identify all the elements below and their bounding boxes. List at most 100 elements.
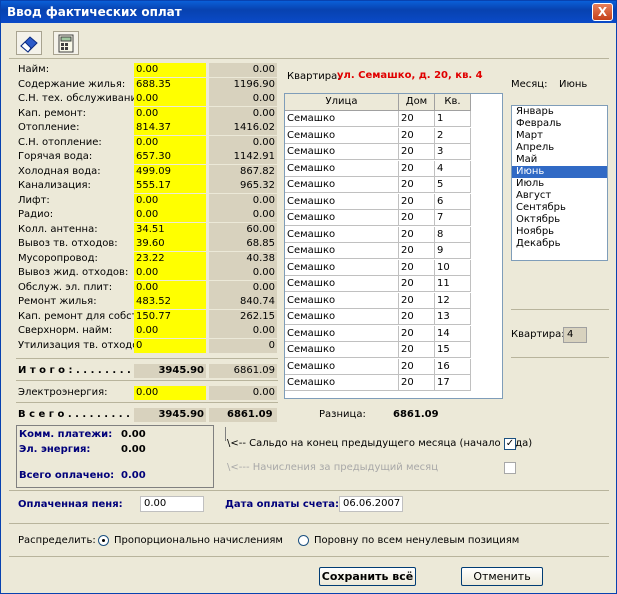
charge-paid-input[interactable]: 0.00 (134, 63, 206, 77)
table-cell-apt[interactable]: 12 (435, 292, 471, 309)
table-cell-street[interactable]: Семашко (285, 177, 399, 193)
electricity-paid-input[interactable]: 0.00 (134, 386, 206, 400)
table-cell-apt[interactable]: 2 (435, 127, 471, 144)
table-cell-apt[interactable]: 9 (435, 243, 471, 259)
table-cell-house[interactable]: 20 (399, 226, 435, 243)
charge-paid-input[interactable]: 499.09 (134, 164, 206, 179)
table-cell-street[interactable]: Семашко (285, 325, 399, 342)
column-header-house[interactable]: Дом (399, 94, 435, 111)
charge-paid-input[interactable]: 0.00 (134, 208, 206, 222)
save-all-button[interactable]: Сохранить всё (319, 567, 416, 586)
table-cell-street[interactable]: Семашко (285, 111, 399, 127)
table-cell-apt[interactable]: 10 (435, 259, 471, 276)
charge-paid-input[interactable]: 0.00 (134, 193, 206, 208)
table-cell-street[interactable]: Семашко (285, 127, 399, 144)
table-cell-street[interactable]: Семашко (285, 160, 399, 177)
distribute-proportional-label[interactable]: Пропорционально начислениям (114, 535, 283, 546)
table-cell-street[interactable]: Семашко (285, 342, 399, 358)
column-header-apt[interactable]: Кв. (435, 94, 471, 111)
table-cell-house[interactable]: 20 (399, 342, 435, 358)
table-cell-apt[interactable]: 14 (435, 325, 471, 342)
month-option[interactable]: Декабрь (512, 238, 607, 250)
distribute-proportional-radio[interactable] (98, 535, 109, 546)
table-cell-street[interactable]: Семашко (285, 193, 399, 210)
cancel-button[interactable]: Отменить (461, 567, 543, 586)
table-cell-house[interactable]: 20 (399, 127, 435, 144)
table-cell-apt[interactable]: 13 (435, 309, 471, 325)
charge-paid-input[interactable]: 0.00 (134, 135, 206, 150)
month-option[interactable]: Апрель (512, 142, 607, 154)
table-cell-house[interactable]: 20 (399, 177, 435, 193)
distribute-equal-label[interactable]: Поровну по всем ненулевым позициям (314, 535, 519, 546)
table-cell-apt[interactable]: 15 (435, 342, 471, 358)
charge-paid-input[interactable]: 0 (134, 338, 206, 353)
apartments-table[interactable]: Улица Дом Кв. Семашко 20 1 Семашко 20 2 Семашк… (284, 93, 503, 399)
edit-tool-button[interactable] (16, 31, 42, 55)
column-header-street[interactable]: Улица (285, 94, 399, 111)
table-cell-house[interactable]: 20 (399, 292, 435, 309)
table-cell-house[interactable]: 20 (399, 243, 435, 259)
close-button[interactable]: X (592, 3, 613, 21)
month-option[interactable]: Май (512, 154, 607, 166)
table-cell-street[interactable]: Семашко (285, 292, 399, 309)
table-cell-apt[interactable]: 7 (435, 210, 471, 226)
table-cell-apt[interactable]: 11 (435, 276, 471, 292)
charge-paid-input[interactable]: 39.60 (134, 237, 206, 251)
table-cell-street[interactable]: Семашко (285, 259, 399, 276)
table-cell-house[interactable]: 20 (399, 276, 435, 292)
month-option[interactable]: Октябрь (512, 214, 607, 226)
table-cell-house[interactable]: 20 (399, 193, 435, 210)
charge-paid-input[interactable]: 555.17 (134, 179, 206, 193)
table-cell-house[interactable]: 20 (399, 210, 435, 226)
month-option[interactable]: Август (512, 190, 607, 202)
month-option[interactable]: Январь (512, 106, 607, 118)
table-cell-house[interactable]: 20 (399, 259, 435, 276)
table-cell-house[interactable]: 20 (399, 375, 435, 391)
charge-paid-input[interactable]: 657.30 (134, 150, 206, 164)
saldo-checkbox[interactable]: ✓ (504, 438, 516, 450)
table-cell-street[interactable]: Семашко (285, 309, 399, 325)
charge-paid-input[interactable]: 483.52 (134, 295, 206, 309)
table-cell-apt[interactable]: 3 (435, 144, 471, 160)
table-cell-apt[interactable]: 16 (435, 358, 471, 375)
charge-paid-input[interactable]: 0.00 (134, 280, 206, 295)
month-option[interactable]: Июнь (512, 166, 607, 178)
month-option[interactable]: Сентябрь (512, 202, 607, 214)
paydate-input[interactable]: 06.06.2007 (339, 496, 403, 512)
table-cell-apt[interactable]: 6 (435, 193, 471, 210)
month-option[interactable]: Февраль (512, 118, 607, 130)
table-cell-street[interactable]: Семашко (285, 375, 399, 391)
table-cell-apt[interactable]: 17 (435, 375, 471, 391)
charge-paid-input[interactable]: 0.00 (134, 92, 206, 106)
charge-paid-input[interactable]: 23.22 (134, 251, 206, 266)
charge-paid-input[interactable]: 0.00 (134, 266, 206, 280)
table-cell-street[interactable]: Семашко (285, 210, 399, 226)
table-cell-street[interactable]: Семашко (285, 144, 399, 160)
month-option[interactable]: Март (512, 130, 607, 142)
charge-paid-input[interactable]: 0.00 (134, 106, 206, 121)
calculator-tool-button[interactable] (53, 31, 79, 55)
table-cell-apt[interactable]: 5 (435, 177, 471, 193)
charge-paid-input[interactable]: 688.35 (134, 77, 206, 92)
charge-paid-input[interactable]: 814.37 (134, 121, 206, 135)
month-list[interactable]: Январь Февраль Март Апрель Май Июнь Июль Август… (511, 105, 608, 261)
table-cell-apt[interactable]: 4 (435, 160, 471, 177)
table-cell-street[interactable]: Семашко (285, 358, 399, 375)
table-cell-street[interactable]: Семашко (285, 226, 399, 243)
charge-paid-input[interactable]: 150.77 (134, 309, 206, 324)
table-cell-house[interactable]: 20 (399, 144, 435, 160)
table-cell-house[interactable]: 20 (399, 358, 435, 375)
penalty-input[interactable]: 0.00 (140, 496, 204, 512)
table-cell-house[interactable]: 20 (399, 160, 435, 177)
prev-charges-checkbox[interactable] (504, 462, 516, 474)
month-option[interactable]: Июль (512, 178, 607, 190)
table-cell-house[interactable]: 20 (399, 111, 435, 127)
table-cell-street[interactable]: Семашко (285, 276, 399, 292)
table-cell-house[interactable]: 20 (399, 309, 435, 325)
table-cell-house[interactable]: 20 (399, 325, 435, 342)
charge-paid-input[interactable]: 0.00 (134, 324, 206, 338)
table-cell-apt[interactable]: 1 (435, 111, 471, 127)
table-cell-street[interactable]: Семашко (285, 243, 399, 259)
table-cell-apt[interactable]: 8 (435, 226, 471, 243)
month-option[interactable]: Ноябрь (512, 226, 607, 238)
